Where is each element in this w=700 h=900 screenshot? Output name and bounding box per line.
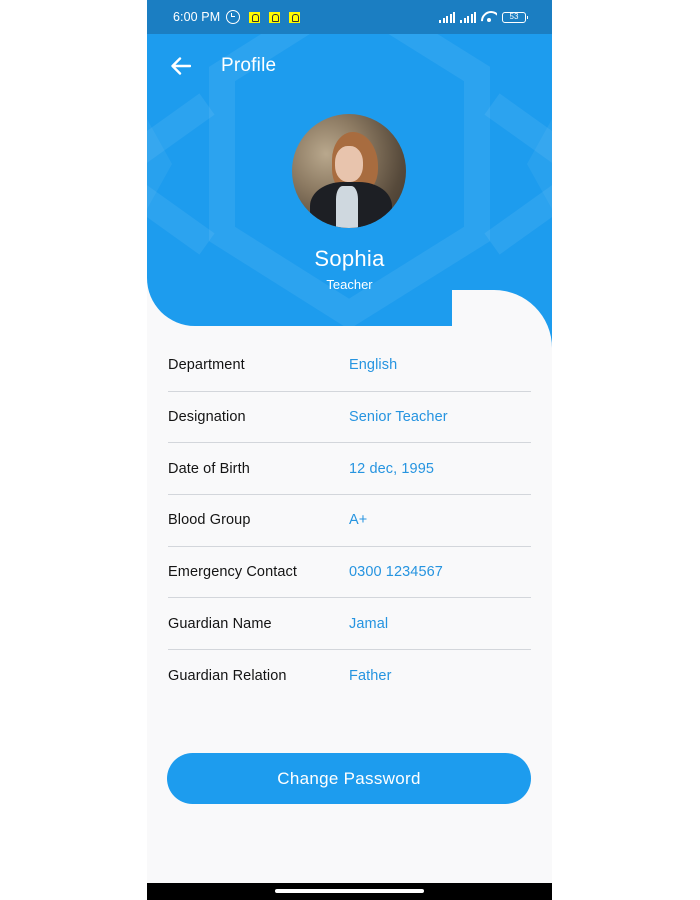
page-title: Profile	[221, 55, 277, 76]
detail-row-date-of-birth: Date of Birth 12 dec, 1995	[168, 443, 531, 496]
snapchat-icon	[269, 11, 281, 23]
back-button[interactable]	[167, 54, 195, 78]
detail-value: Father	[349, 667, 392, 684]
detail-label: Guardian Name	[168, 615, 272, 632]
detail-label: Guardian Relation	[168, 667, 287, 684]
battery-icon: 53	[502, 11, 528, 23]
detail-label: Date of Birth	[168, 460, 250, 477]
detail-row-guardian-name: Guardian Name Jamal	[168, 598, 531, 651]
alarm-icon	[226, 10, 241, 24]
detail-row-designation: Designation Senior Teacher	[168, 392, 531, 444]
wifi-icon	[481, 11, 497, 23]
profile-name: Sophia	[314, 246, 385, 271]
detail-label: Department	[168, 357, 245, 374]
detail-value: Senior Teacher	[349, 409, 448, 426]
detail-label: Designation	[168, 409, 246, 426]
cell-signal-icon	[439, 11, 455, 23]
status-bar: 6:00 PM 53	[147, 0, 552, 34]
detail-value: A+	[349, 512, 368, 529]
avatar[interactable]	[292, 114, 406, 228]
detail-row-blood-group: Blood Group A+	[168, 495, 531, 547]
detail-value: Jamal	[349, 615, 389, 632]
snapchat-icon	[249, 11, 261, 23]
change-password-button[interactable]: Change Password	[167, 753, 531, 804]
system-nav-bar	[147, 883, 552, 900]
detail-row-guardian-relation: Guardian Relation Father	[168, 650, 531, 702]
detail-label: Blood Group	[168, 512, 251, 529]
detail-value: English	[349, 357, 398, 374]
profile-details-list: Department English Designation Senior Te…	[168, 340, 531, 702]
cell-signal-icon	[460, 11, 476, 23]
detail-label: Emergency Contact	[168, 564, 298, 581]
phone-screen: 6:00 PM 53 Profile Sophia Teacher Depart…	[147, 0, 552, 900]
battery-level: 53	[509, 12, 519, 21]
arrow-left-icon	[171, 57, 191, 75]
status-time: 6:00 PM	[173, 10, 221, 24]
profile-header: Profile Sophia Teacher	[147, 34, 552, 326]
snapchat-icon	[289, 11, 301, 23]
detail-value: 0300 1234567	[349, 564, 443, 581]
detail-row-emergency-contact: Emergency Contact 0300 1234567	[168, 547, 531, 599]
detail-row-department: Department English	[168, 340, 531, 392]
detail-value: 12 dec, 1995	[349, 460, 435, 477]
home-indicator[interactable]	[275, 889, 424, 893]
